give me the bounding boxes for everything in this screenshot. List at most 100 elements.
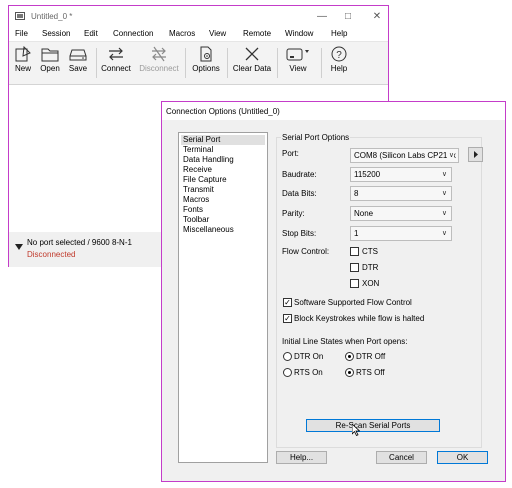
- port-select[interactable]: COM8 (Silicon Labs CP210x ∨: [350, 148, 459, 163]
- baudrate-select[interactable]: 115200 ∨: [350, 167, 452, 182]
- help-label: Help: [330, 64, 348, 73]
- menu-view[interactable]: View: [209, 29, 226, 38]
- menu-connection[interactable]: Connection: [113, 29, 153, 38]
- rts-on-label: RTS On: [294, 368, 323, 377]
- clear-x-icon: [245, 47, 259, 61]
- stopbits-select[interactable]: 1 ∨: [350, 226, 452, 241]
- group-title: Serial Port Options: [281, 133, 351, 142]
- databits-label: Data Bits:: [282, 189, 317, 198]
- port-value: COM8 (Silicon Labs CP210x: [354, 151, 456, 160]
- rts-off-label: RTS Off: [356, 368, 385, 377]
- chevron-down-icon: ∨: [441, 171, 447, 178]
- toolbar-separator: [185, 48, 186, 78]
- category-item-miscellaneous[interactable]: Miscellaneous: [181, 225, 265, 235]
- category-item-fonts[interactable]: Fonts: [181, 205, 265, 215]
- open-button[interactable]: Open: [38, 42, 62, 84]
- new-button[interactable]: New: [11, 42, 35, 84]
- parity-label: Parity:: [282, 209, 305, 218]
- clear-data-button[interactable]: Clear Data: [231, 42, 273, 84]
- category-item-receive[interactable]: Receive: [181, 165, 265, 175]
- xon-label: XON: [362, 279, 380, 288]
- block-keystrokes-checkbox[interactable]: ✓: [283, 314, 292, 323]
- dialog-title: Connection Options (Untitled_0): [166, 107, 280, 116]
- rts-off-radio[interactable]: [345, 368, 354, 377]
- category-item-file-capture[interactable]: File Capture: [181, 175, 265, 185]
- expand-arrow-icon[interactable]: [15, 243, 23, 252]
- disconnect-label: Disconnect: [139, 64, 179, 73]
- chevron-down-icon: ∨: [441, 190, 447, 197]
- connection-status-text: Disconnected: [27, 250, 76, 259]
- options-button[interactable]: Options: [190, 42, 222, 84]
- open-label: Open: [40, 64, 60, 73]
- parity-select[interactable]: None ∨: [350, 206, 452, 221]
- software-flow-label: Software Supported Flow Control: [294, 298, 412, 307]
- category-item-toolbar[interactable]: Toolbar: [181, 215, 265, 225]
- category-item-data-handling[interactable]: Data Handling: [181, 155, 265, 165]
- menu-macros[interactable]: Macros: [169, 29, 195, 38]
- menu-remote[interactable]: Remote: [243, 29, 271, 38]
- xon-checkbox[interactable]: [350, 279, 359, 288]
- menu-session[interactable]: Session: [42, 29, 70, 38]
- baudrate-label: Baudrate:: [282, 170, 317, 179]
- cancel-button[interactable]: Cancel: [376, 451, 427, 464]
- category-item-macros[interactable]: Macros: [181, 195, 265, 205]
- close-icon[interactable]: ✕: [368, 10, 386, 24]
- maximize-icon[interactable]: □: [339, 10, 357, 24]
- app-icon: [15, 11, 25, 21]
- category-item-terminal[interactable]: Terminal: [181, 145, 265, 155]
- menu-file[interactable]: File: [15, 29, 28, 38]
- toolbar-separator: [96, 48, 97, 78]
- dtr-label: DTR: [362, 263, 379, 272]
- dtr-checkbox[interactable]: [350, 263, 359, 272]
- window-title: Untitled_0 *: [31, 12, 73, 21]
- view-icon: [286, 48, 309, 61]
- dtr-on-label: DTR On: [294, 352, 324, 361]
- view-button[interactable]: View: [281, 42, 315, 84]
- databits-select[interactable]: 8 ∨: [350, 186, 452, 201]
- save-drive-icon: [69, 49, 87, 61]
- ok-button[interactable]: OK: [437, 451, 488, 464]
- chevron-down-icon: ∨: [441, 230, 447, 237]
- serial-port-options-group: [276, 137, 482, 448]
- port-details-button[interactable]: [468, 147, 483, 162]
- clear-data-label: Clear Data: [232, 64, 272, 73]
- dialog-title-bar: Connection Options (Untitled_0): [162, 102, 505, 120]
- parity-value: None: [354, 209, 374, 218]
- disconnect-icon: [152, 46, 166, 62]
- new-icon: [15, 46, 31, 62]
- dtr-on-radio[interactable]: [283, 352, 292, 361]
- title-bar: Untitled_0 * — □ ✕: [9, 6, 388, 28]
- disconnect-button[interactable]: Disconnect: [138, 42, 180, 84]
- dtr-off-radio[interactable]: [345, 352, 354, 361]
- help-dialog-button[interactable]: Help...: [276, 451, 327, 464]
- dtr-off-label: DTR Off: [356, 352, 386, 361]
- minimize-icon[interactable]: —: [313, 10, 331, 24]
- cts-checkbox[interactable]: [350, 247, 359, 256]
- stopbits-value: 1: [354, 229, 359, 238]
- category-item-transmit[interactable]: Transmit: [181, 185, 265, 195]
- cts-label: CTS: [362, 247, 378, 256]
- connect-label: Connect: [101, 64, 131, 73]
- toolbar-separator: [277, 48, 278, 78]
- connect-icon: [109, 47, 123, 61]
- software-flow-checkbox[interactable]: ✓: [283, 298, 292, 307]
- category-item-serial-port[interactable]: Serial Port: [181, 135, 265, 145]
- help-button[interactable]: ? Help: [325, 42, 353, 84]
- menu-help[interactable]: Help: [331, 29, 347, 38]
- rescan-serial-ports-button[interactable]: Re-Scan Serial Ports: [306, 419, 440, 432]
- save-label: Save: [68, 64, 88, 73]
- flow-control-label: Flow Control:: [282, 247, 330, 256]
- baudrate-value: 115200: [354, 170, 381, 179]
- category-list: Serial Port Terminal Data Handling Recei…: [178, 132, 268, 463]
- rts-on-radio[interactable]: [283, 368, 292, 377]
- view-label: View: [289, 64, 307, 73]
- chevron-down-icon: ∨: [441, 210, 447, 217]
- help-icon: ?: [331, 46, 347, 62]
- connect-button[interactable]: Connect: [99, 42, 133, 84]
- toolbar-separator: [321, 48, 322, 78]
- menu-edit[interactable]: Edit: [84, 29, 98, 38]
- menu-window[interactable]: Window: [285, 29, 313, 38]
- toolbar: New Open Save Connect Disconnect Options…: [9, 41, 388, 85]
- block-keystrokes-label: Block Keystrokes while flow is halted: [294, 314, 425, 323]
- save-button[interactable]: Save: [66, 42, 90, 84]
